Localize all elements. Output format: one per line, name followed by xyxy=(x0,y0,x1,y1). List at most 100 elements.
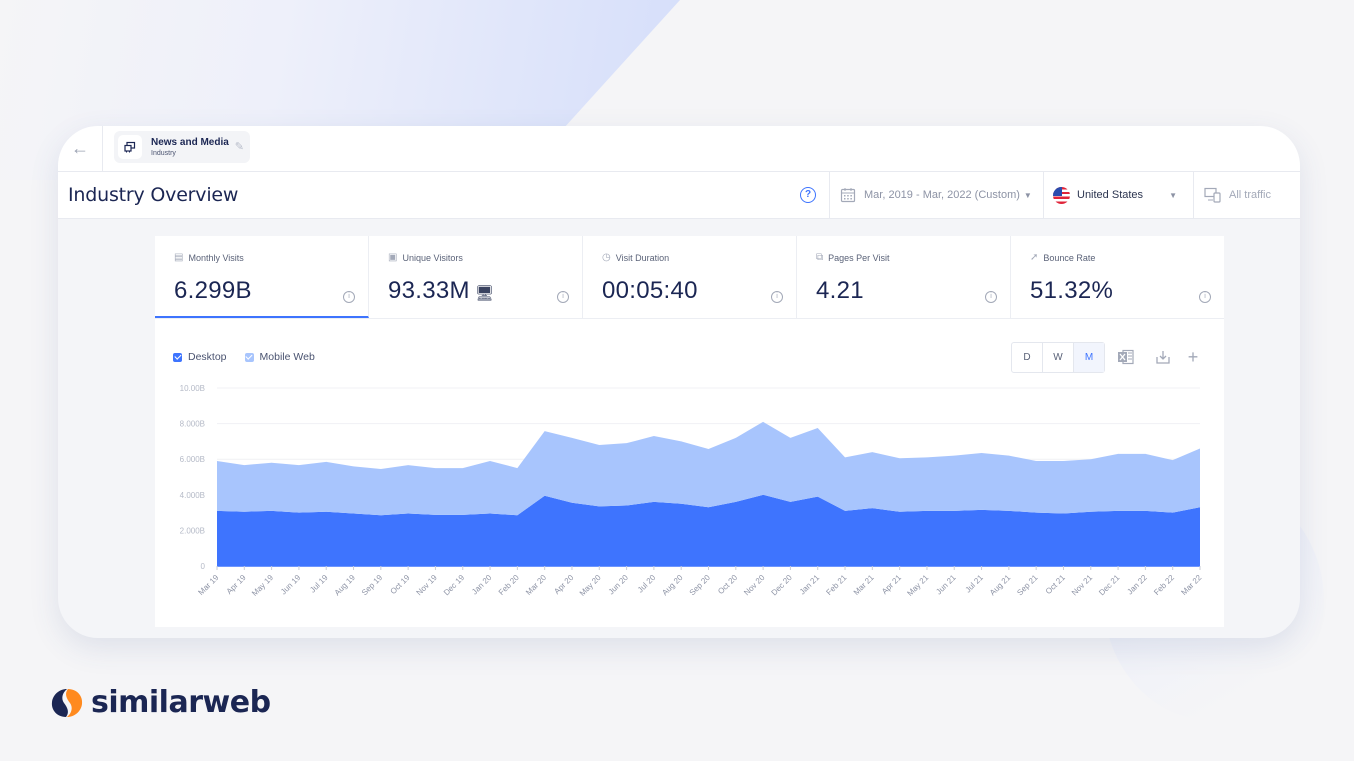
arrow-left-icon: ← xyxy=(71,138,89,158)
metric-value: 93.33M xyxy=(388,277,470,304)
divider xyxy=(829,172,830,218)
x-tick-label: Oct 21 xyxy=(1044,573,1067,596)
user-card-icon: ▣ xyxy=(388,252,398,263)
info-icon[interactable]: i xyxy=(771,291,783,303)
industry-type: Industry xyxy=(151,149,176,157)
country-label: United States xyxy=(1077,189,1144,201)
x-tick-label: Dec 20 xyxy=(770,573,795,598)
calendar-icon xyxy=(840,188,856,203)
x-tick-label: Dec 21 xyxy=(1097,573,1122,598)
overview-panel: ▤ Monthly Visits 6.299B i ▣ Unique Visitor… xyxy=(155,236,1224,627)
metric-unique-visitors[interactable]: ▣ Unique Visitors 93.33M 🖥 i xyxy=(369,236,583,318)
y-tick-label: 6.000B xyxy=(180,455,205,464)
y-tick-label: 0 xyxy=(201,562,206,571)
granularity-daily-button[interactable]: D xyxy=(1012,343,1043,372)
x-tick-label: May 19 xyxy=(250,573,275,598)
download-icon[interactable] xyxy=(1152,346,1174,368)
checkbox-icon[interactable] xyxy=(244,352,254,362)
metric-value: 00:05:40 xyxy=(602,277,698,304)
x-tick-label: Jun 19 xyxy=(279,573,303,597)
x-tick-label: Jul 20 xyxy=(636,573,658,595)
metric-monthly-visits[interactable]: ▤ Monthly Visits 6.299B i xyxy=(155,236,369,318)
help-icon[interactable]: ? xyxy=(800,187,816,203)
x-tick-label: Feb 20 xyxy=(497,573,521,597)
x-tick-label: Dec 19 xyxy=(442,573,467,598)
country-selector[interactable]: United States ▼ xyxy=(1053,172,1183,218)
y-tick-label: 4.000B xyxy=(180,491,205,500)
metric-label: Pages Per Visit xyxy=(828,252,890,263)
pencil-icon[interactable]: ✎ xyxy=(235,140,244,153)
x-tick-label: Sep 21 xyxy=(1015,573,1040,598)
traffic-label: All traffic xyxy=(1229,189,1271,201)
back-button[interactable]: ← xyxy=(58,126,103,171)
industry-name: News and Media xyxy=(151,136,229,148)
granularity-monthly-button[interactable]: M xyxy=(1074,343,1104,372)
x-tick-label: May 20 xyxy=(578,573,603,598)
x-tick-label: Oct 20 xyxy=(716,573,739,596)
checkbox-icon[interactable] xyxy=(173,352,182,362)
y-tick-label: 10.00B xyxy=(180,384,205,393)
brand-name: similarweb xyxy=(91,685,271,720)
metric-label: Monthly Visits xyxy=(188,252,244,263)
chevron-down-icon: ▼ xyxy=(1169,190,1177,200)
divider xyxy=(1193,172,1194,218)
legend-mobile-web[interactable]: Mobile Web xyxy=(244,351,315,363)
excel-icon[interactable] xyxy=(1115,346,1137,368)
x-tick-label: Jan 20 xyxy=(470,573,494,597)
x-tick-label: Aug 20 xyxy=(660,573,685,598)
metric-label: Visit Duration xyxy=(615,252,670,263)
similarweb-logo: similarweb xyxy=(51,685,271,720)
x-tick-label: Mar 19 xyxy=(196,573,220,597)
x-tick-label: Nov 19 xyxy=(415,573,440,598)
metric-label: Unique Visitors xyxy=(402,252,463,263)
x-tick-label: Apr 21 xyxy=(880,573,903,596)
chart-legend: Desktop Mobile Web xyxy=(173,351,333,363)
x-tick-label: Aug 21 xyxy=(988,573,1013,598)
metric-value: 4.21 xyxy=(816,277,864,304)
x-tick-label: Jan 22 xyxy=(1125,573,1149,597)
date-range-picker[interactable]: Mar, 2019 - Mar, 2022 (Custom) ▼ xyxy=(840,172,1032,218)
info-icon[interactable]: i xyxy=(985,291,997,303)
page-header: Industry Overview ? Mar, 2019 - Mar, 202… xyxy=(58,172,1300,219)
us-flag-icon xyxy=(1053,186,1070,204)
info-icon[interactable]: i xyxy=(557,291,569,303)
pages-icon: ⧉ xyxy=(816,252,824,263)
x-tick-label: Jul 19 xyxy=(308,573,330,595)
y-tick-label: 8.000B xyxy=(180,420,205,429)
add-icon[interactable]: + xyxy=(1182,346,1204,368)
metrics-row: ▤ Monthly Visits 6.299B i ▣ Unique Visitor… xyxy=(155,236,1224,319)
granularity-toggle: D W M xyxy=(1011,342,1105,373)
metric-bounce-rate[interactable]: ➚ Bounce Rate 51.32% i xyxy=(1011,236,1224,318)
granularity-weekly-button[interactable]: W xyxy=(1043,343,1074,372)
info-icon[interactable]: i xyxy=(343,291,355,303)
app-window: ← News and Media Industry ✎ Industry Ove… xyxy=(58,126,1300,638)
divider xyxy=(1043,172,1044,218)
x-tick-label: Mar 20 xyxy=(524,573,548,597)
x-tick-label: Jan 21 xyxy=(798,573,822,597)
metric-value: 51.32% xyxy=(1030,277,1114,304)
chevron-down-icon: ▼ xyxy=(1023,190,1032,200)
x-tick-label: May 21 xyxy=(905,573,930,598)
traffic-source-selector[interactable]: All traffic xyxy=(1204,172,1271,218)
devices-icon xyxy=(1204,187,1221,203)
metric-pages-per-visit[interactable]: ⧉ Pages Per Visit 4.21 i xyxy=(797,236,1011,318)
legend-label: Mobile Web xyxy=(259,351,315,363)
stopwatch-icon: ◷ xyxy=(602,252,611,263)
info-icon[interactable]: i xyxy=(1199,291,1211,303)
calendar-icon: ▤ xyxy=(174,252,184,263)
desktop-icon: 🖥 xyxy=(474,285,495,302)
legend-desktop[interactable]: Desktop xyxy=(173,351,227,363)
x-tick-label: Apr 19 xyxy=(225,573,248,596)
x-tick-label: Mar 21 xyxy=(852,573,876,597)
page-title: Industry Overview xyxy=(68,184,239,206)
x-tick-label: Jul 21 xyxy=(964,573,986,595)
date-range-label: Mar, 2019 - Mar, 2022 (Custom) xyxy=(864,189,1020,201)
industry-icon xyxy=(118,135,142,159)
x-tick-label: Jun 21 xyxy=(934,573,958,597)
industry-chip[interactable]: News and Media Industry ✎ xyxy=(114,131,250,163)
visits-area-chart: 02.000B4.000B6.000B8.000B10.00BMar 19 Apr… xyxy=(180,384,1204,598)
metric-visit-duration[interactable]: ◷ Visit Duration 00:05:40 i xyxy=(583,236,797,318)
x-tick-label: Nov 21 xyxy=(1070,573,1095,598)
top-bar: ← News and Media Industry ✎ xyxy=(58,126,1300,172)
x-tick-label: Feb 22 xyxy=(1152,573,1176,597)
